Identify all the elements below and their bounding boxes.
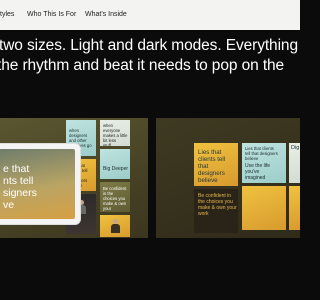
tablet-quote-text: e that nts tell signers ve — [3, 163, 37, 211]
tile-gradient — [289, 186, 300, 230]
right-mockup-image: Lies that clients tell that designers be… — [156, 118, 300, 238]
tile-quote: Be confident in the choices you make & o… — [194, 189, 238, 233]
nav-link-styles[interactable]: tyles — [0, 11, 14, 18]
tile-quote: Be confident in the choices you make & o… — [100, 182, 130, 212]
tile-photo — [100, 215, 130, 237]
left-mockup-image: when designers and other creatives go to… — [0, 118, 148, 238]
tile-gradient — [242, 186, 286, 230]
top-nav: tyles Who This Is For What's Inside — [0, 0, 300, 30]
tile-big-deeper: Big Deeper — [100, 149, 130, 179]
tile-quote: when everyone makes a little bit less st… — [100, 120, 130, 146]
tile-quote: Dig — [289, 143, 300, 183]
tablet-device: e that nts tell signers ve — [0, 144, 80, 224]
tablet-screen: e that nts tell signers ve — [0, 149, 75, 219]
tile-quote: Lies that clients tell that designers be… — [242, 143, 286, 183]
nav-link-who-this-is-for[interactable]: Who This Is For — [27, 11, 76, 18]
hero-line-2: the rhythm and beat it needs to pop on t… — [0, 57, 285, 74]
hero-line-1: two sizes. Light and dark modes. Everyth… — [0, 37, 299, 54]
nav-link-whats-inside[interactable]: What's Inside — [85, 11, 127, 18]
tile-big-quote: Lies that clients tell that designers be… — [194, 143, 238, 186]
